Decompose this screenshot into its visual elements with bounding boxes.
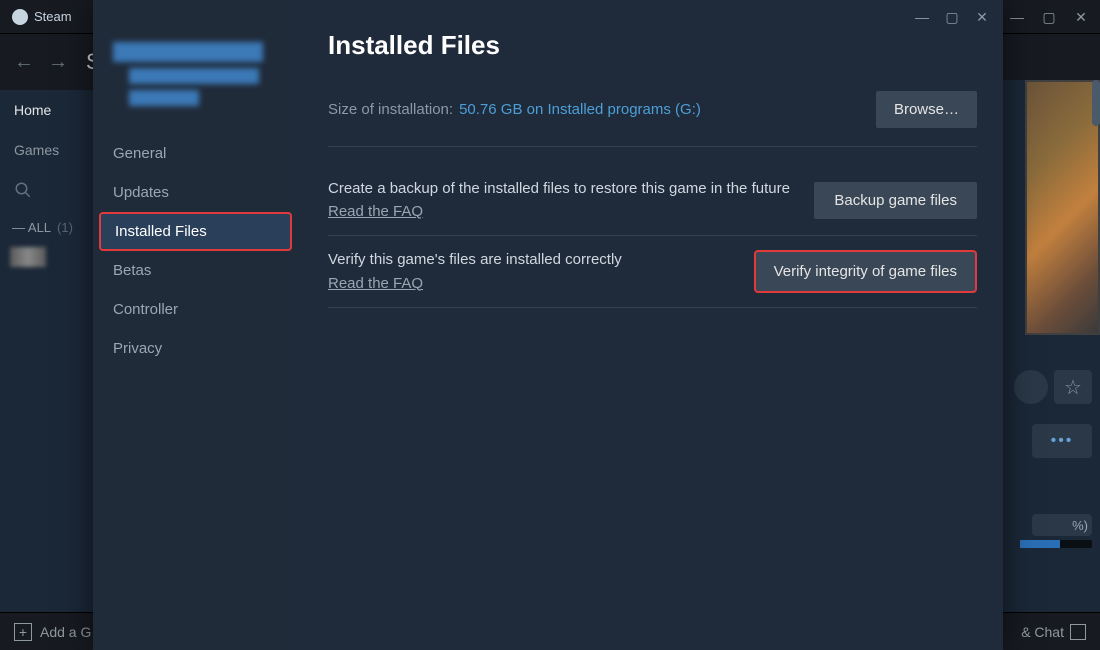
scrollbar-thumb[interactable] — [1092, 80, 1100, 126]
sidebar-item-privacy[interactable]: Privacy — [93, 329, 298, 368]
verify-section: Verify this game's files are installed c… — [328, 236, 977, 308]
redacted-line — [129, 68, 259, 84]
install-size-row: Size of installation: 50.76 GB on Instal… — [328, 91, 977, 147]
app-name: Steam — [34, 9, 72, 24]
browse-button[interactable]: Browse… — [876, 91, 977, 128]
steam-logo-icon — [12, 9, 28, 25]
star-icon: ☆ — [1064, 375, 1082, 400]
add-game-label[interactable]: Add a G — [40, 624, 91, 640]
outer-close-button[interactable]: ✕ — [1068, 6, 1094, 28]
all-label: — ALL — [12, 220, 51, 235]
size-label: Size of installation: — [328, 101, 453, 118]
library-game-row[interactable] — [0, 244, 93, 270]
search-icon[interactable] — [0, 170, 93, 210]
chat-icon — [1070, 624, 1086, 640]
size-value-link[interactable]: 50.76 GB on Installed programs (G:) — [459, 101, 701, 118]
game-hero-art — [1025, 80, 1100, 335]
outer-minimize-button[interactable]: — — [1004, 6, 1030, 28]
sidebar-item-controller[interactable]: Controller — [93, 290, 298, 329]
dialog-game-title — [93, 36, 298, 134]
dots-icon: ••• — [1051, 432, 1074, 450]
sidebar-item-updates[interactable]: Updates — [93, 173, 298, 212]
all-count: (1) — [57, 220, 73, 235]
dialog-sidebar: General Updates Installed Files Betas Co… — [93, 0, 298, 650]
dialog-nav: General Updates Installed Files Betas Co… — [93, 134, 298, 368]
backup-description: Create a backup of the installed files t… — [328, 179, 794, 199]
plus-icon[interactable]: + — [14, 623, 32, 641]
library-left-column: Home Games — ALL (1) — [0, 90, 93, 612]
outer-maximize-button[interactable]: ▢ — [1036, 6, 1062, 28]
game-properties-dialog: — ▢ ✕ General Updates Installed Files Be… — [93, 0, 1003, 650]
backup-game-files-button[interactable]: Backup game files — [814, 182, 977, 219]
nav-forward-button[interactable]: → — [46, 50, 70, 74]
progress-bar — [1020, 540, 1092, 548]
favorite-button[interactable]: ☆ — [1054, 370, 1092, 404]
sidebar-item-betas[interactable]: Betas — [93, 251, 298, 290]
outer-window-controls: — ▢ ✕ — [1004, 0, 1094, 34]
library-right-panel: ☆ ••• %) — [1003, 80, 1100, 612]
tab-games[interactable]: Games — [0, 130, 93, 170]
percent-label: %) — [1032, 514, 1092, 536]
sidebar-item-installed-files[interactable]: Installed Files — [99, 212, 292, 251]
nav-back-button[interactable]: ← — [12, 50, 36, 74]
backup-faq-link[interactable]: Read the FAQ — [328, 203, 423, 220]
game-thumbnail — [10, 247, 46, 267]
chat-label: & Chat — [1021, 624, 1064, 640]
info-pill[interactable] — [1014, 370, 1048, 404]
backup-section: Create a backup of the installed files t… — [328, 165, 977, 236]
more-button[interactable]: ••• — [1032, 424, 1092, 458]
verify-description: Verify this game's files are installed c… — [328, 250, 734, 270]
dialog-main: Installed Files Size of installation: 50… — [298, 0, 1003, 650]
redacted-line — [129, 90, 199, 106]
page-title: Installed Files — [328, 30, 977, 61]
redacted-line — [113, 42, 263, 62]
verify-faq-link[interactable]: Read the FAQ — [328, 275, 423, 292]
friends-chat[interactable]: & Chat — [1021, 624, 1086, 640]
sidebar-item-general[interactable]: General — [93, 134, 298, 173]
tab-home[interactable]: Home — [0, 90, 93, 130]
steam-brand: Steam — [12, 9, 72, 25]
library-all-row[interactable]: — ALL (1) — [0, 210, 93, 244]
progress-fill — [1020, 540, 1060, 548]
verify-integrity-button[interactable]: Verify integrity of game files — [754, 250, 977, 293]
